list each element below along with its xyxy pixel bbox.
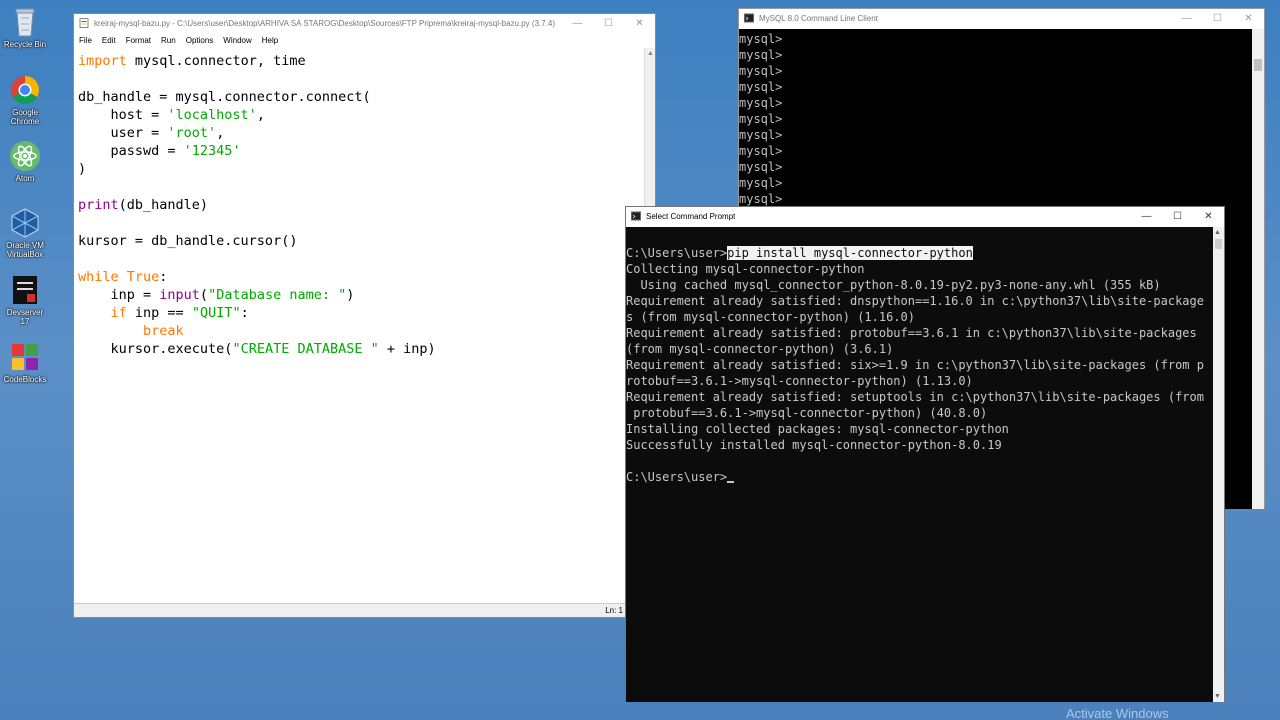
scroll-up-icon[interactable]: ▲ [647, 50, 654, 57]
atom-label: Atom [15, 174, 35, 183]
cmd-output-line: Collecting mysql-connector-python [626, 262, 865, 276]
cmd-output-line: Requirement already satisfied: dnspython… [626, 294, 1204, 308]
mysql-prompt-line: mysql> [739, 192, 783, 206]
cmd-output-line: Using cached mysql_connector_python-8.0.… [640, 278, 1161, 292]
mysql-title: MySQL 8.0 Command Line Client [759, 13, 878, 23]
devserver-label: Devserver 17 [6, 308, 44, 326]
python-file-icon [79, 18, 89, 28]
close-button[interactable]: ✕ [1193, 207, 1224, 225]
minimize-button[interactable]: — [1171, 9, 1202, 27]
cmd-scrollbar[interactable]: ▲ ▼ [1213, 227, 1224, 702]
close-button[interactable]: ✕ [624, 14, 655, 32]
maximize-button[interactable]: ☐ [1162, 207, 1193, 225]
mysql-prompt-line: mysql> [739, 112, 783, 126]
menu-format[interactable]: Format [126, 36, 151, 45]
mysql-prompt-line: mysql> [739, 80, 783, 94]
cmd-final-prompt: C:\Users\user> [626, 470, 728, 484]
codeblocks-icon[interactable]: CodeBlocks [2, 341, 48, 384]
maximize-button[interactable]: ☐ [593, 14, 624, 32]
mysql-prompt-line: mysql> [739, 160, 783, 174]
mysql-scrollbar[interactable] [1252, 29, 1264, 509]
maximize-button[interactable]: ☐ [1202, 9, 1233, 27]
idle-menubar: File Edit Format Run Options Window Help [74, 32, 655, 48]
cmd-output-line: Requirement already satisfied: protobuf=… [626, 326, 1197, 340]
cmd-titlebar[interactable]: Select Command Prompt — ☐ ✕ [626, 207, 1224, 225]
mysql-prompt-line: mysql> [739, 176, 783, 190]
code-editor[interactable]: import mysql.connector, time db_handle =… [74, 48, 646, 605]
virtualbox-glyph [11, 208, 39, 238]
idle-title: kreiraj-mysql-bazu.py - C:\Users\user\De… [94, 18, 556, 28]
idle-editor-window[interactable]: kreiraj-mysql-bazu.py - C:\Users\user\De… [73, 13, 656, 618]
cmd-output-line: Requirement already satisfied: six>=1.9 … [626, 358, 1204, 372]
command-prompt-window[interactable]: Select Command Prompt — ☐ ✕ C:\Users\use… [625, 206, 1225, 702]
codeblocks-label: CodeBlocks [3, 375, 47, 384]
cmd-icon [631, 211, 641, 221]
mysql-prompt-line: mysql> [739, 128, 783, 142]
scroll-thumb[interactable] [1254, 59, 1262, 71]
cmd-output-line: s (from mysql-connector-python) (1.16.0) [626, 310, 915, 324]
cmd-output-line: protobuf==3.6.1->mysql-connector-python)… [633, 406, 988, 420]
cmd-output-line: Installing collected packages: mysql-con… [626, 422, 1009, 436]
mysql-prompt-line: mysql> [739, 32, 783, 46]
cmd-output-line: Requirement already satisfied: setuptool… [626, 390, 1204, 404]
recycle-bin-glyph [15, 8, 35, 37]
virtualbox-icon[interactable]: Oracle VM VirtualBox [2, 207, 48, 259]
atom-icon[interactable]: Atom [2, 140, 48, 183]
line-column-indicator: Ln: 1 [605, 606, 623, 615]
cmd-title: Select Command Prompt [646, 211, 736, 221]
minimize-button[interactable]: — [1131, 207, 1162, 225]
activate-windows-watermark: Activate Windows [1066, 706, 1169, 720]
minimize-button[interactable]: — [562, 14, 593, 32]
cmd-output: Collecting mysql-connector-python Using … [626, 262, 1204, 452]
scroll-up-icon[interactable]: ▲ [1214, 229, 1221, 236]
devserver-icon[interactable]: Devserver 17 [2, 274, 48, 326]
chrome-label: Google Chrome [10, 108, 40, 126]
menu-edit[interactable]: Edit [102, 36, 116, 45]
cmd-console[interactable]: C:\Users\user>pip install mysql-connecto… [626, 227, 1214, 702]
text-cursor [727, 481, 735, 483]
mysql-prompt-line: mysql> [739, 96, 783, 110]
mysql-prompt-line: mysql> [739, 144, 783, 158]
recycle-bin-label: Recycle Bin [3, 40, 47, 49]
atom-glyph [10, 141, 40, 171]
cmd-output-line: rotobuf==3.6.1->mysql-connector-python) … [626, 374, 973, 388]
chrome-glyph [11, 76, 39, 104]
cmd-command-selection: pip install mysql-connector-python [727, 246, 973, 260]
editor-statusbar: Ln: 1 [74, 603, 655, 617]
menu-file[interactable]: File [79, 36, 92, 45]
recycle-bin-icon[interactable]: Recycle Bin [2, 6, 48, 49]
cmd-prompt: C:\Users\user> [626, 246, 728, 260]
scroll-thumb[interactable] [1215, 239, 1222, 249]
menu-help[interactable]: Help [262, 36, 278, 45]
codeblocks-glyph [12, 344, 38, 370]
cmd-output-line: (from mysql-connector-python) (3.6.1) [626, 342, 894, 356]
menu-options[interactable]: Options [186, 36, 214, 45]
cmd-output-line: Successfully installed mysql-connector-p… [626, 438, 1002, 452]
scroll-down-icon[interactable]: ▼ [1214, 693, 1221, 700]
devserver-glyph [13, 276, 37, 304]
console-icon [744, 13, 754, 23]
close-button[interactable]: ✕ [1233, 9, 1264, 27]
virtualbox-label: Oracle VM VirtualBox [6, 241, 44, 259]
mysql-titlebar[interactable]: MySQL 8.0 Command Line Client — ☐ ✕ [739, 9, 1264, 27]
chrome-icon[interactable]: Google Chrome [2, 74, 48, 126]
menu-window[interactable]: Window [223, 36, 251, 45]
idle-titlebar[interactable]: kreiraj-mysql-bazu.py - C:\Users\user\De… [74, 14, 655, 32]
mysql-prompt-line: mysql> [739, 64, 783, 78]
menu-run[interactable]: Run [161, 36, 176, 45]
mysql-prompt-line: mysql> [739, 48, 783, 62]
